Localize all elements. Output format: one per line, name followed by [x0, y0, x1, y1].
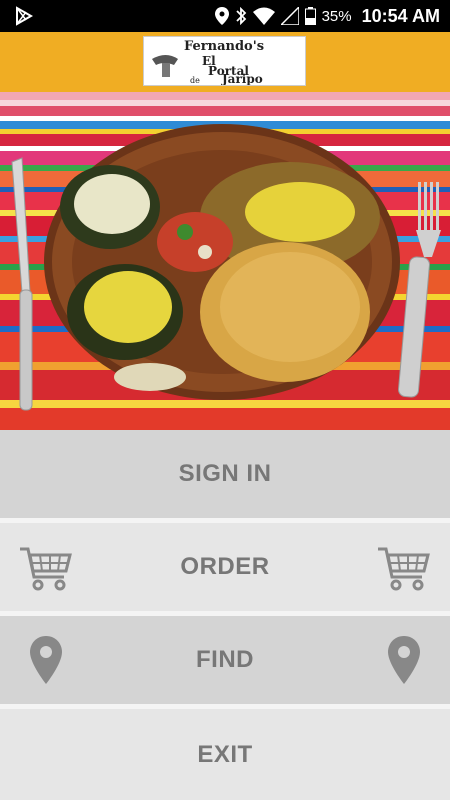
map-pin-icon [388, 636, 420, 684]
shopping-cart-icon [20, 547, 72, 591]
order-label: ORDER [180, 553, 270, 580]
bluetooth-icon [235, 7, 246, 25]
status-bar: 35% 10:54 AM [0, 0, 450, 32]
order-button[interactable]: ORDER [0, 523, 450, 611]
sign-in-label: SIGN IN [178, 460, 272, 487]
signal-icon [280, 7, 299, 25]
app-header: Fernando's El Portal de Jaripo [0, 32, 450, 92]
logo-line4: de [190, 76, 200, 85]
exit-button[interactable]: EXIT [0, 709, 450, 800]
restaurant-logo: Fernando's El Portal de Jaripo [143, 36, 306, 86]
find-label: FIND [196, 646, 254, 673]
shopping-cart-icon [378, 547, 430, 591]
map-pin-icon [30, 636, 62, 684]
play-store-icon [16, 6, 34, 26]
sign-in-button[interactable]: SIGN IN [0, 430, 450, 518]
find-button[interactable]: FIND [0, 616, 450, 704]
battery-percent: 35% [321, 7, 352, 25]
logo-line1: Fernando's [184, 39, 264, 54]
location-icon [214, 7, 229, 25]
wifi-icon [252, 7, 275, 25]
exit-label: EXIT [197, 740, 253, 768]
hero-food-image [0, 92, 450, 430]
logo-line5: Jaripo [221, 72, 263, 85]
battery-icon [304, 7, 316, 25]
clock: 10:54 AM [361, 5, 440, 26]
